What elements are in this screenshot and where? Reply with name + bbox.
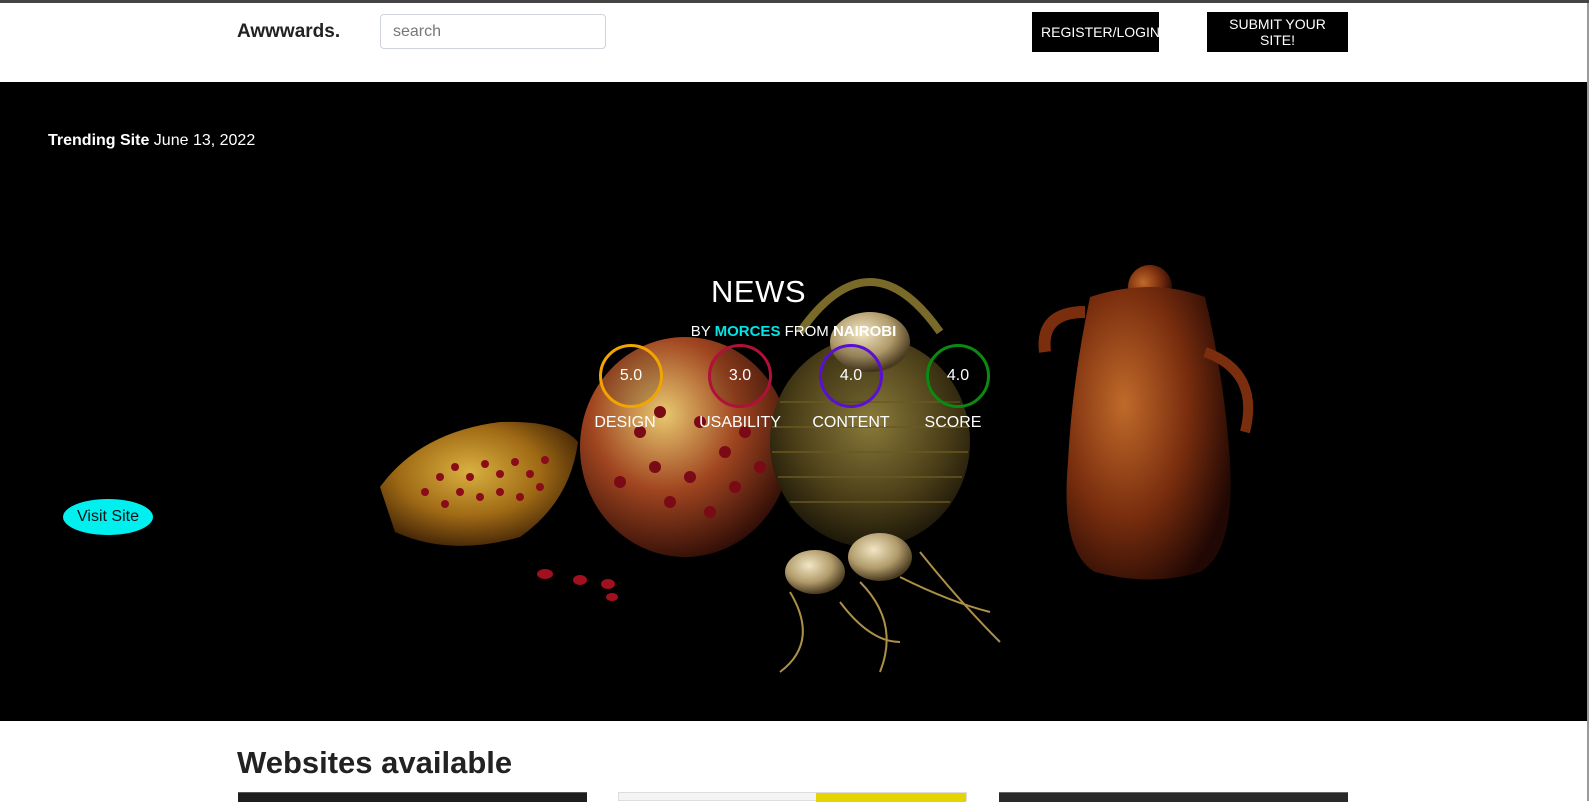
website-card[interactable]	[618, 792, 967, 802]
visit-site-button[interactable]: Visit Site	[63, 499, 153, 535]
rating-label: CONTENT	[812, 414, 890, 431]
trending-date: June 13, 2022	[153, 132, 256, 149]
from-label: FROM	[784, 323, 829, 340]
search-input[interactable]	[380, 14, 606, 49]
still-life-image	[380, 265, 1254, 673]
rating-ring: 4.0	[819, 344, 883, 408]
section-title: Websites available	[237, 745, 513, 780]
author-name[interactable]: MORCES	[715, 323, 781, 340]
rating-score: 4.0 SCORE	[913, 344, 1003, 432]
rating-label: SCORE	[924, 414, 982, 431]
rating-ring: 3.0	[708, 344, 772, 408]
rating-design: 5.0 DESIGN	[586, 344, 676, 432]
rating-label: USABILITY	[699, 414, 781, 431]
rating-ring: 5.0	[599, 344, 663, 408]
register-login-button[interactable]: REGISTER/LOGIN	[1032, 12, 1160, 52]
rating-content: 4.0 CONTENT	[806, 344, 896, 432]
rating-value: 5.0	[619, 367, 643, 384]
submit-site-button[interactable]: SUBMIT YOUR SITE!	[1207, 12, 1348, 52]
author-city: NAIROBI	[832, 323, 897, 340]
navbar: Awwwards. REGISTER/LOGIN SUBMIT YOUR SIT…	[0, 3, 1587, 81]
by-label: BY	[690, 323, 711, 340]
rating-label: DESIGN	[594, 414, 656, 431]
rating-ring: 4.0	[926, 344, 990, 408]
rating-value: 3.0	[728, 367, 752, 384]
brand-logo[interactable]: Awwwards.	[237, 21, 340, 43]
site-title: NEWS	[711, 274, 806, 309]
rating-value: 4.0	[946, 367, 970, 384]
site-byline: BY MORCES FROM NAIROBI	[0, 323, 1587, 340]
rating-value: 4.0	[839, 367, 863, 384]
rating-usability: 3.0 USABILITY	[695, 344, 785, 432]
trending-info: Trending Site June 13, 2022	[48, 132, 255, 150]
trending-label: Trending Site	[48, 132, 150, 149]
hero-banner: Trending Site June 13, 2022 NEWS BY MORC…	[0, 82, 1587, 721]
